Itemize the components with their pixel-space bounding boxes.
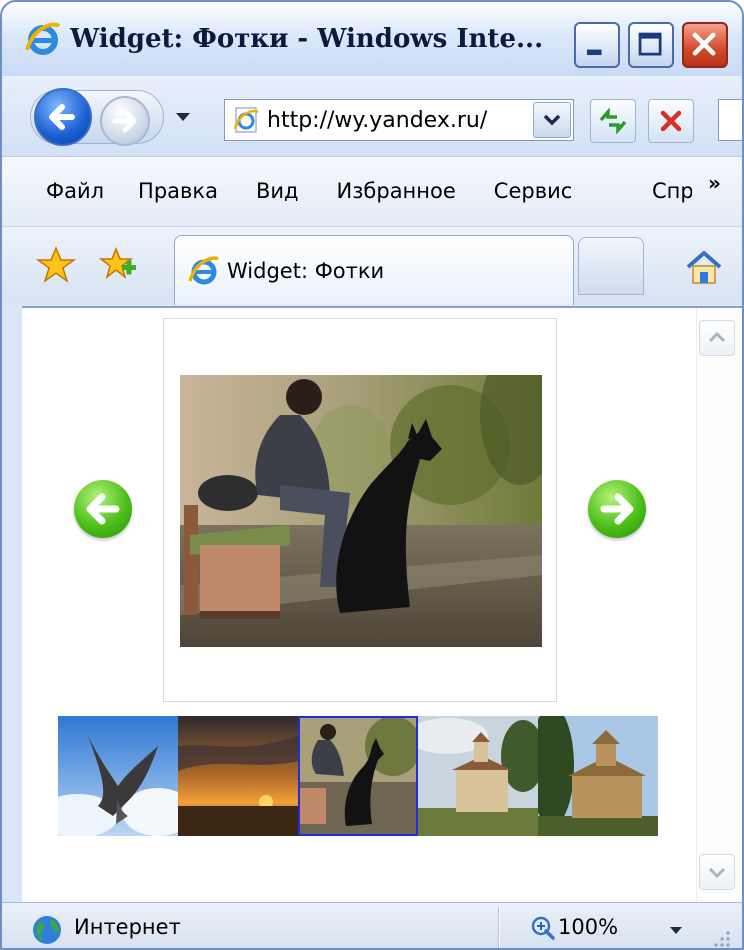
search-input[interactable] [718,99,742,141]
minimize-button[interactable] [574,22,620,68]
scroll-up-button[interactable] [699,320,735,356]
favorites-star-icon[interactable] [36,245,76,285]
tab-bar: Widget: Фотки [2,226,742,305]
forward-button[interactable] [100,96,150,146]
man-with-dog-thumbnail [298,716,418,836]
menu-item-file[interactable]: Файл [46,179,104,203]
history-dropdown-icon[interactable] [176,113,190,121]
security-zone-label: Интернет [74,915,181,939]
status-bar: Интернет 100% [2,902,742,949]
back-button[interactable] [34,88,92,146]
right-arrow-icon [600,493,634,525]
status-divider [498,907,500,948]
tab-widget-fotki[interactable]: Widget: Фотки [174,235,574,305]
refresh-icon [599,107,627,135]
menu-bar: Файл Правка Вид Избранное Сервис Спр » [2,156,742,226]
thumbnail-sunset[interactable] [178,716,298,836]
menu-overflow-chevron-icon[interactable]: » [708,171,721,195]
back-arrow-icon [49,104,75,130]
forward-arrow-icon [112,109,137,133]
chevron-up-icon [708,331,726,343]
home-icon[interactable] [682,245,726,289]
menu-item-tools[interactable]: Сервис [494,179,572,203]
stop-icon [660,110,682,132]
ie-logo-icon [25,22,61,55]
minimize-icon [586,49,602,56]
man-with-dog-photo [180,375,542,647]
stop-button[interactable] [648,99,694,143]
add-favorite-icon[interactable] [98,245,138,285]
thumbnail-strip [58,716,660,838]
thumbnail-pigeon[interactable] [58,716,178,836]
resize-grip-icon[interactable] [708,925,732,949]
menu-item-favorites[interactable]: Избранное [337,179,456,203]
chevron-down-icon [543,114,561,126]
globe-icon [33,916,61,944]
page-content [22,306,742,904]
maximize-icon [638,32,662,56]
menu-item-help[interactable]: Спр [652,179,692,203]
navigation-bar: http://wy.yandex.ru/ [2,76,742,156]
new-tab-button[interactable] [578,237,644,295]
title-bar: Widget: Фотки - Windows Inte... [2,2,742,76]
close-icon [692,32,716,56]
tab-label: Widget: Фотки [227,258,385,283]
address-dropdown-button[interactable] [533,102,571,138]
previous-photo-button[interactable] [74,480,132,538]
pigeon-thumbnail [58,716,178,836]
zoom-icon[interactable] [530,915,556,941]
page-icon [233,107,259,133]
chevron-down-icon [708,867,726,879]
address-bar[interactable]: http://wy.yandex.ru/ [224,99,574,141]
maximize-button[interactable] [628,22,674,68]
window-title: Widget: Фотки - Windows Inte... [70,24,544,54]
thumbnail-man-with-dog[interactable] [298,716,418,836]
address-url[interactable]: http://wy.yandex.ru/ [267,108,535,133]
sunset-thumbnail [178,716,298,836]
menu-item-edit[interactable]: Правка [138,179,218,203]
ie-logo-icon [188,255,220,284]
browser-window: Widget: Фотки - Windows Inte... http://w… [0,0,744,950]
zoom-dropdown-icon[interactable] [670,927,682,934]
left-arrow-icon [86,493,120,525]
chapel-thumbnail [538,716,658,836]
refresh-button[interactable] [590,99,636,143]
scroll-down-button[interactable] [699,854,735,890]
photo-frame [163,318,557,702]
menu-item-view[interactable]: Вид [256,179,299,203]
zoom-level[interactable]: 100% [558,915,618,939]
church-thumbnail [418,716,538,836]
thumbnail-church[interactable] [418,716,538,836]
next-photo-button[interactable] [588,480,646,538]
vertical-scrollbar[interactable] [696,308,742,904]
close-button[interactable] [682,22,728,68]
thumbnail-chapel[interactable] [538,716,658,836]
main-photo[interactable] [180,375,542,647]
